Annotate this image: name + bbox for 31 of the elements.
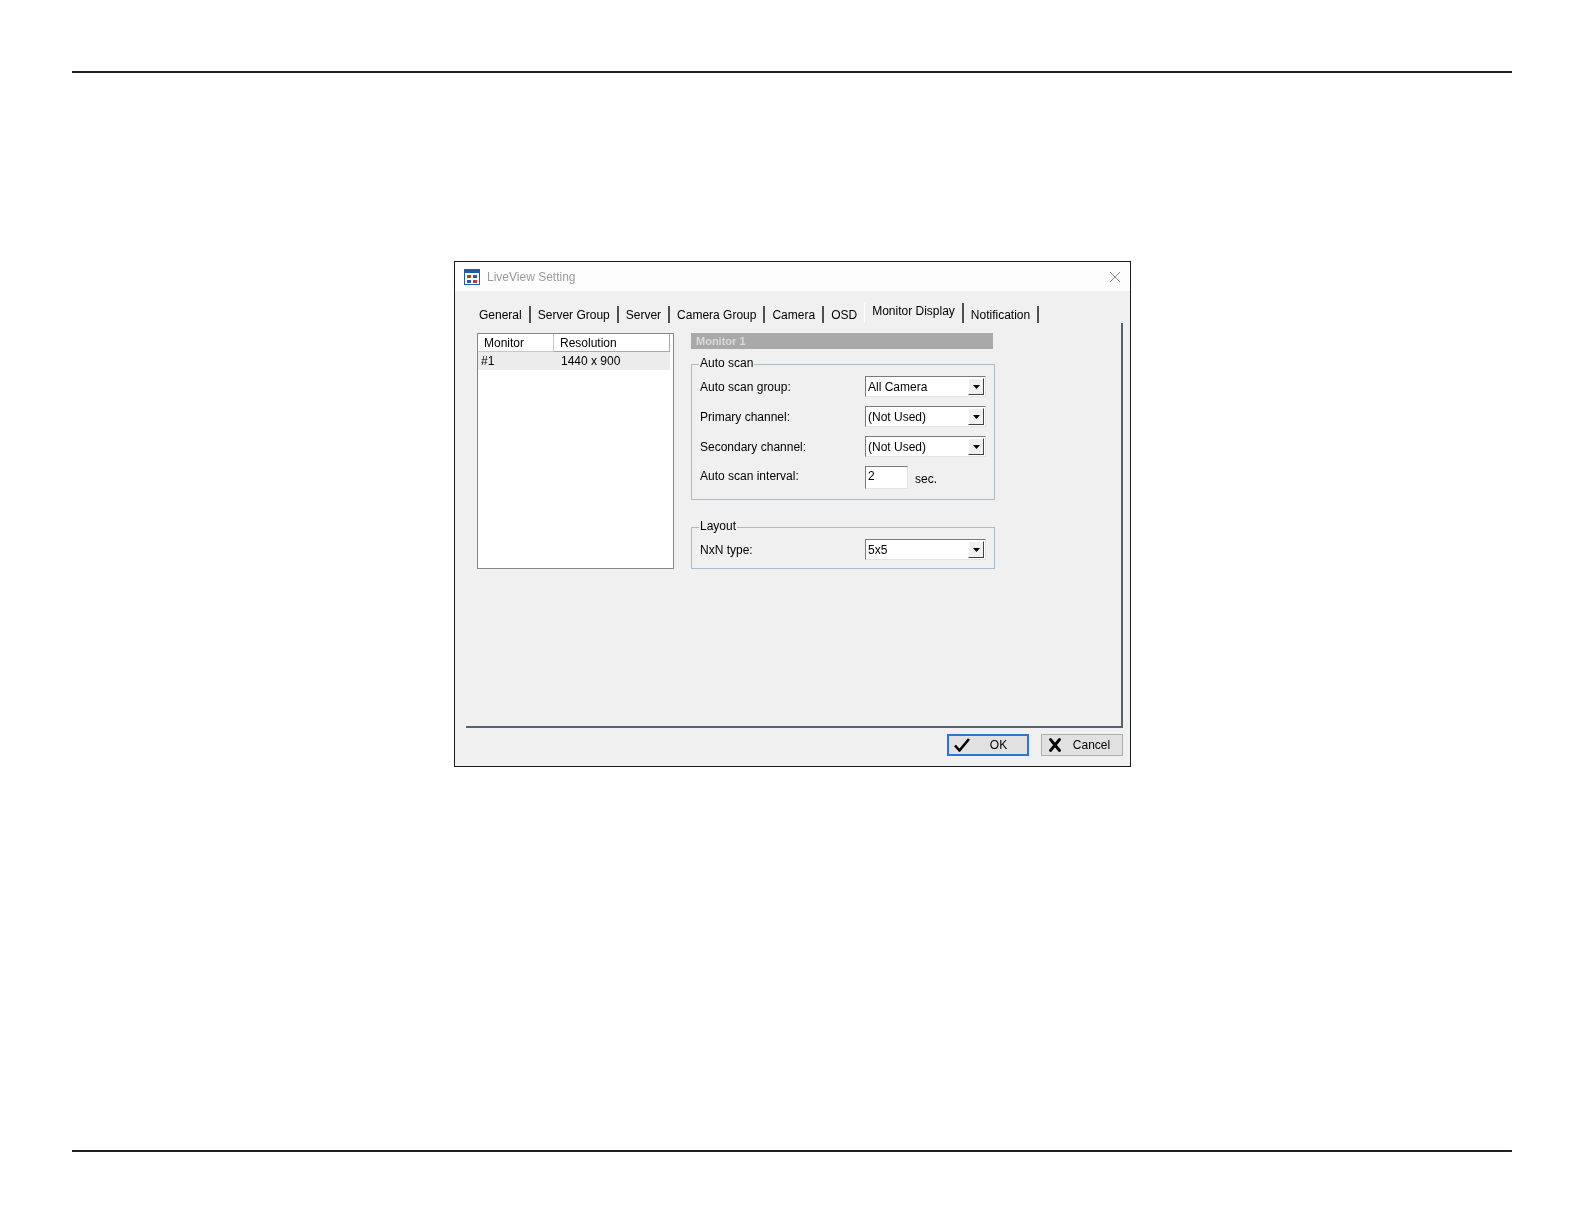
- tab[interactable]: Monitor Display: [864, 303, 964, 323]
- table-cell-text: 1440 x 900: [560, 353, 621, 370]
- field-label: Auto scan interval:: [700, 469, 800, 482]
- checkmark-icon: [954, 738, 970, 752]
- tab[interactable]: Notification: [963, 306, 1040, 323]
- number-field[interactable]: 2: [865, 466, 908, 489]
- dropdown[interactable]: 5x5: [865, 539, 986, 560]
- group-title: Layout: [699, 520, 738, 532]
- tab[interactable]: Server: [618, 306, 671, 323]
- dropdown[interactable]: (Not Used): [865, 406, 986, 427]
- group-title: Auto scan: [699, 357, 755, 369]
- close-icon[interactable]: [1110, 271, 1120, 282]
- field-label: Primary channel:: [700, 410, 792, 423]
- tab[interactable]: Server Group: [530, 306, 619, 323]
- dropdown[interactable]: (Not Used): [865, 436, 986, 457]
- field-label: Secondary channel:: [700, 440, 808, 453]
- tab[interactable]: OSD: [824, 306, 865, 323]
- cross-icon: [1049, 738, 1061, 752]
- table-cell-text: #1: [480, 353, 496, 370]
- field-label: Auto scan group:: [700, 380, 792, 393]
- tab[interactable]: Camera Group: [670, 306, 766, 323]
- tab[interactable]: General: [472, 306, 531, 323]
- tab[interactable]: Camera: [765, 306, 825, 323]
- unit-label: sec.: [915, 472, 937, 485]
- dropdown[interactable]: All Camera: [865, 376, 986, 397]
- app-icon: [464, 268, 480, 285]
- list-row[interactable]: #1 1440 x 900: [478, 352, 670, 370]
- cancel-button[interactable]: Cancel: [1041, 734, 1123, 756]
- window-title: LiveView Setting: [487, 270, 576, 283]
- ok-button[interactable]: OK: [947, 734, 1029, 756]
- field-label: NxN type:: [700, 543, 754, 556]
